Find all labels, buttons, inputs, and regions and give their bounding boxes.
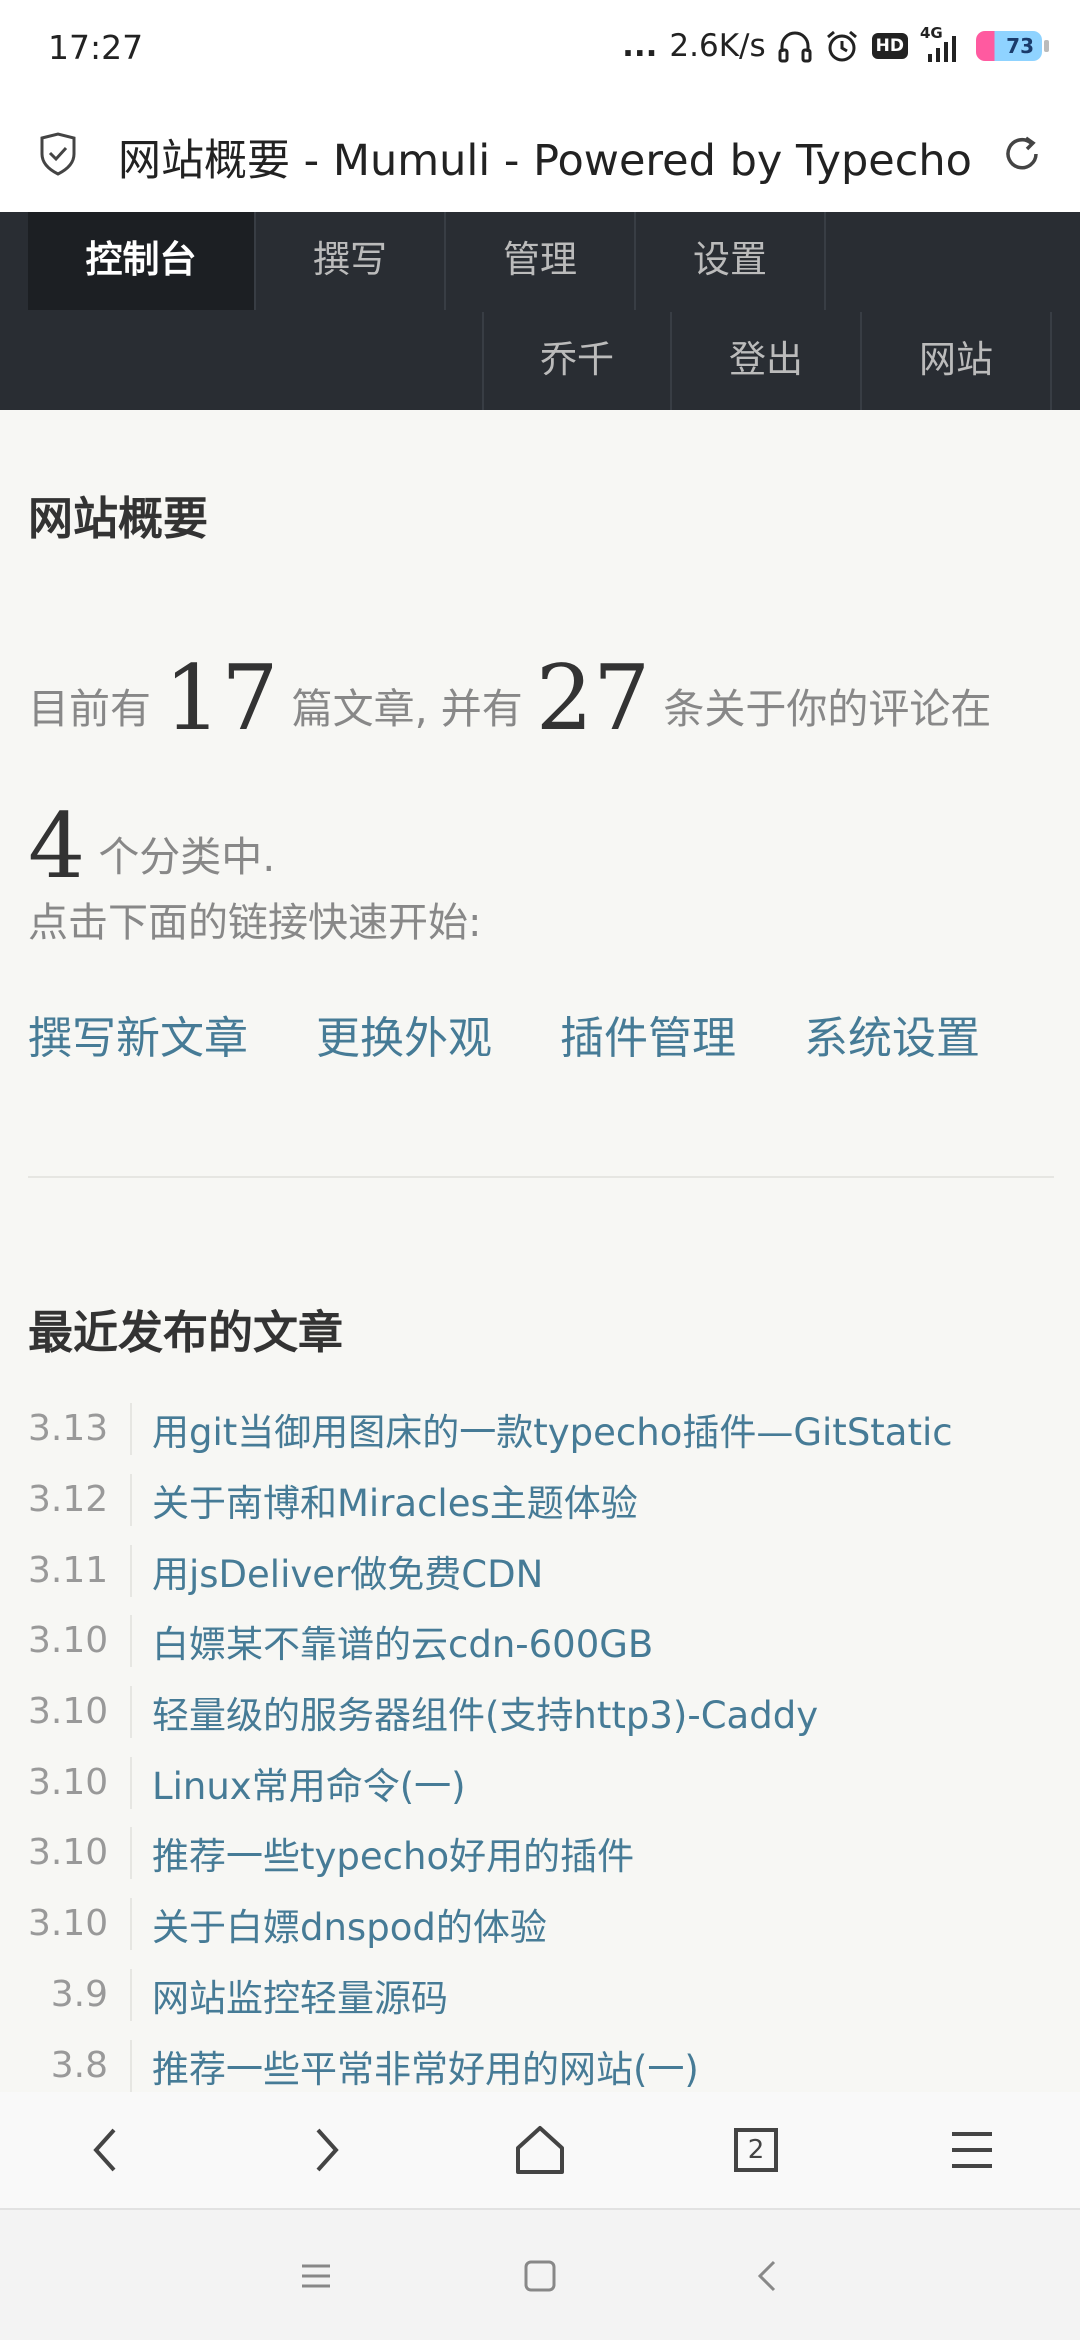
nav-item-manage[interactable]: 管理 <box>446 212 636 310</box>
battery-icon: 73 <box>976 31 1049 61</box>
list-item: 3.11 用jsDeliver做免费CDN <box>28 1535 1058 1606</box>
home-nav-icon[interactable] <box>518 2254 562 2298</box>
shield-check-icon[interactable] <box>38 132 78 176</box>
nav-item-logout[interactable]: 登出 <box>672 312 862 410</box>
nav-item-user[interactable]: 乔千 <box>482 312 672 410</box>
list-item: 3.10 关于白嫖dnspod的体验 <box>28 1889 1058 1960</box>
divider <box>28 1176 1054 1178</box>
post-link[interactable]: 轻量级的服务器组件(支持http3)-Caddy <box>132 1685 818 1739</box>
list-item: 3.10 轻量级的服务器组件(支持http3)-Caddy <box>28 1677 1058 1748</box>
link-change-theme[interactable]: 更换外观 <box>316 1002 492 1066</box>
alarm-icon <box>826 30 857 62</box>
nav-item-write[interactable]: 撰写 <box>256 212 446 310</box>
summary-text-2: 篇文章, 并有 <box>291 685 523 733</box>
post-link[interactable]: 用git当御用图床的一款typecho插件—GitStatic <box>132 1402 953 1456</box>
overview-heading: 网站概要 <box>28 492 209 545</box>
admin-nav: 控制台 撰写 管理 设置 乔千 登出 网站 <box>0 212 1080 410</box>
back-icon[interactable] <box>76 2118 140 2182</box>
nav-item-dashboard[interactable]: 控制台 <box>28 212 256 310</box>
menu-icon[interactable] <box>940 2118 1004 2182</box>
post-date: 3.10 <box>28 1898 132 1951</box>
post-date: 3.10 <box>28 1756 132 1809</box>
post-date: 3.10 <box>28 1827 132 1880</box>
quick-links: 撰写新文章 更换外观 插件管理 系统设置 <box>28 1002 980 1066</box>
reload-icon[interactable] <box>1000 132 1044 176</box>
signal-icon: 4G <box>920 24 964 64</box>
link-system-settings[interactable]: 系统设置 <box>804 1002 980 1066</box>
list-item: 3.12 关于南博和Miracles主题体验 <box>28 1465 1058 1536</box>
list-item: 3.10 推荐一些typecho好用的插件 <box>28 1818 1058 1889</box>
list-item: 3.10 白嫖某不靠谱的云cdn-600GB <box>28 1606 1058 1677</box>
browser-toolbar: 2 <box>0 2092 1080 2210</box>
categories-count: 4 <box>28 794 86 899</box>
system-nav-bar <box>0 2210 1080 2340</box>
status-dots: ... <box>622 28 658 64</box>
post-link[interactable]: 白嫖某不靠谱的云cdn-600GB <box>132 1614 653 1668</box>
tab-count: 2 <box>747 2135 765 2165</box>
post-date: 3.10 <box>28 1686 132 1739</box>
post-date: 3.13 <box>28 1403 132 1456</box>
post-date: 3.8 <box>28 2039 132 2092</box>
posts-count: 17 <box>164 646 279 751</box>
forward-icon[interactable] <box>292 2118 356 2182</box>
recents-icon[interactable] <box>294 2254 338 2298</box>
post-date: 3.11 <box>28 1544 132 1597</box>
hd-badge: HD <box>871 33 908 59</box>
comments-count: 27 <box>535 646 651 751</box>
browser-title-bar: 网站概要 - Mumuli - Powered by Typecho <box>0 96 1080 212</box>
status-bar: 17:27 ... 2.6K/s HD 4G 73 <box>0 0 1080 96</box>
post-date: 3.12 <box>28 1474 132 1527</box>
back-nav-icon[interactable] <box>746 2254 790 2298</box>
post-link[interactable]: Linux常用命令(一) <box>132 1756 466 1810</box>
post-link[interactable]: 关于白嫖dnspod的体验 <box>132 1897 547 1951</box>
link-plugins[interactable]: 插件管理 <box>560 1002 736 1066</box>
headphones-icon <box>778 31 812 63</box>
status-time: 17:27 <box>48 28 144 67</box>
summary-text-4: 个分类中. <box>98 833 276 881</box>
nav-item-site[interactable]: 网站 <box>862 312 1052 410</box>
quick-start-hint: 点击下面的链接快速开始: <box>28 900 482 946</box>
recent-posts-heading: 最近发布的文章 <box>28 1306 344 1359</box>
status-icons: ... 2.6K/s HD 4G 73 <box>622 24 1049 68</box>
post-link[interactable]: 推荐一些typecho好用的插件 <box>132 1826 634 1880</box>
summary-text-3: 条关于你的评论在 <box>663 685 992 733</box>
recent-posts-list: 3.13 用git当御用图床的一款typecho插件—GitStatic 3.12… <box>28 1394 1058 2101</box>
page-title[interactable]: 网站概要 - Mumuli - Powered by Typecho <box>118 126 972 188</box>
nav-item-settings[interactable]: 设置 <box>636 212 826 310</box>
post-link[interactable]: 用jsDeliver做免费CDN <box>132 1544 543 1598</box>
link-write-post[interactable]: 撰写新文章 <box>28 1002 248 1066</box>
home-icon[interactable] <box>508 2118 572 2182</box>
post-link[interactable]: 网站监控轻量源码 <box>132 1968 448 2022</box>
post-link[interactable]: 关于南博和Miracles主题体验 <box>132 1473 638 1527</box>
list-item: 3.8 推荐一些平常非常好用的网站(一) <box>28 2030 1058 2101</box>
network-speed: 2.6K/s <box>669 28 766 64</box>
overview-summary: 目前有 17 篇文章, 并有 27 条关于你的评论在 4 个分类中. <box>28 630 1058 926</box>
tabs-button[interactable]: 2 <box>724 2118 788 2182</box>
list-item: 3.9 网站监控轻量源码 <box>28 1960 1058 2031</box>
post-link[interactable]: 推荐一些平常非常好用的网站(一) <box>132 2039 699 2093</box>
summary-text-1: 目前有 <box>28 685 151 733</box>
list-item: 3.13 用git当御用图床的一款typecho插件—GitStatic <box>28 1394 1058 1465</box>
post-date: 3.9 <box>28 1968 132 2021</box>
post-date: 3.10 <box>28 1615 132 1668</box>
list-item: 3.10 Linux常用命令(一) <box>28 1747 1058 1818</box>
